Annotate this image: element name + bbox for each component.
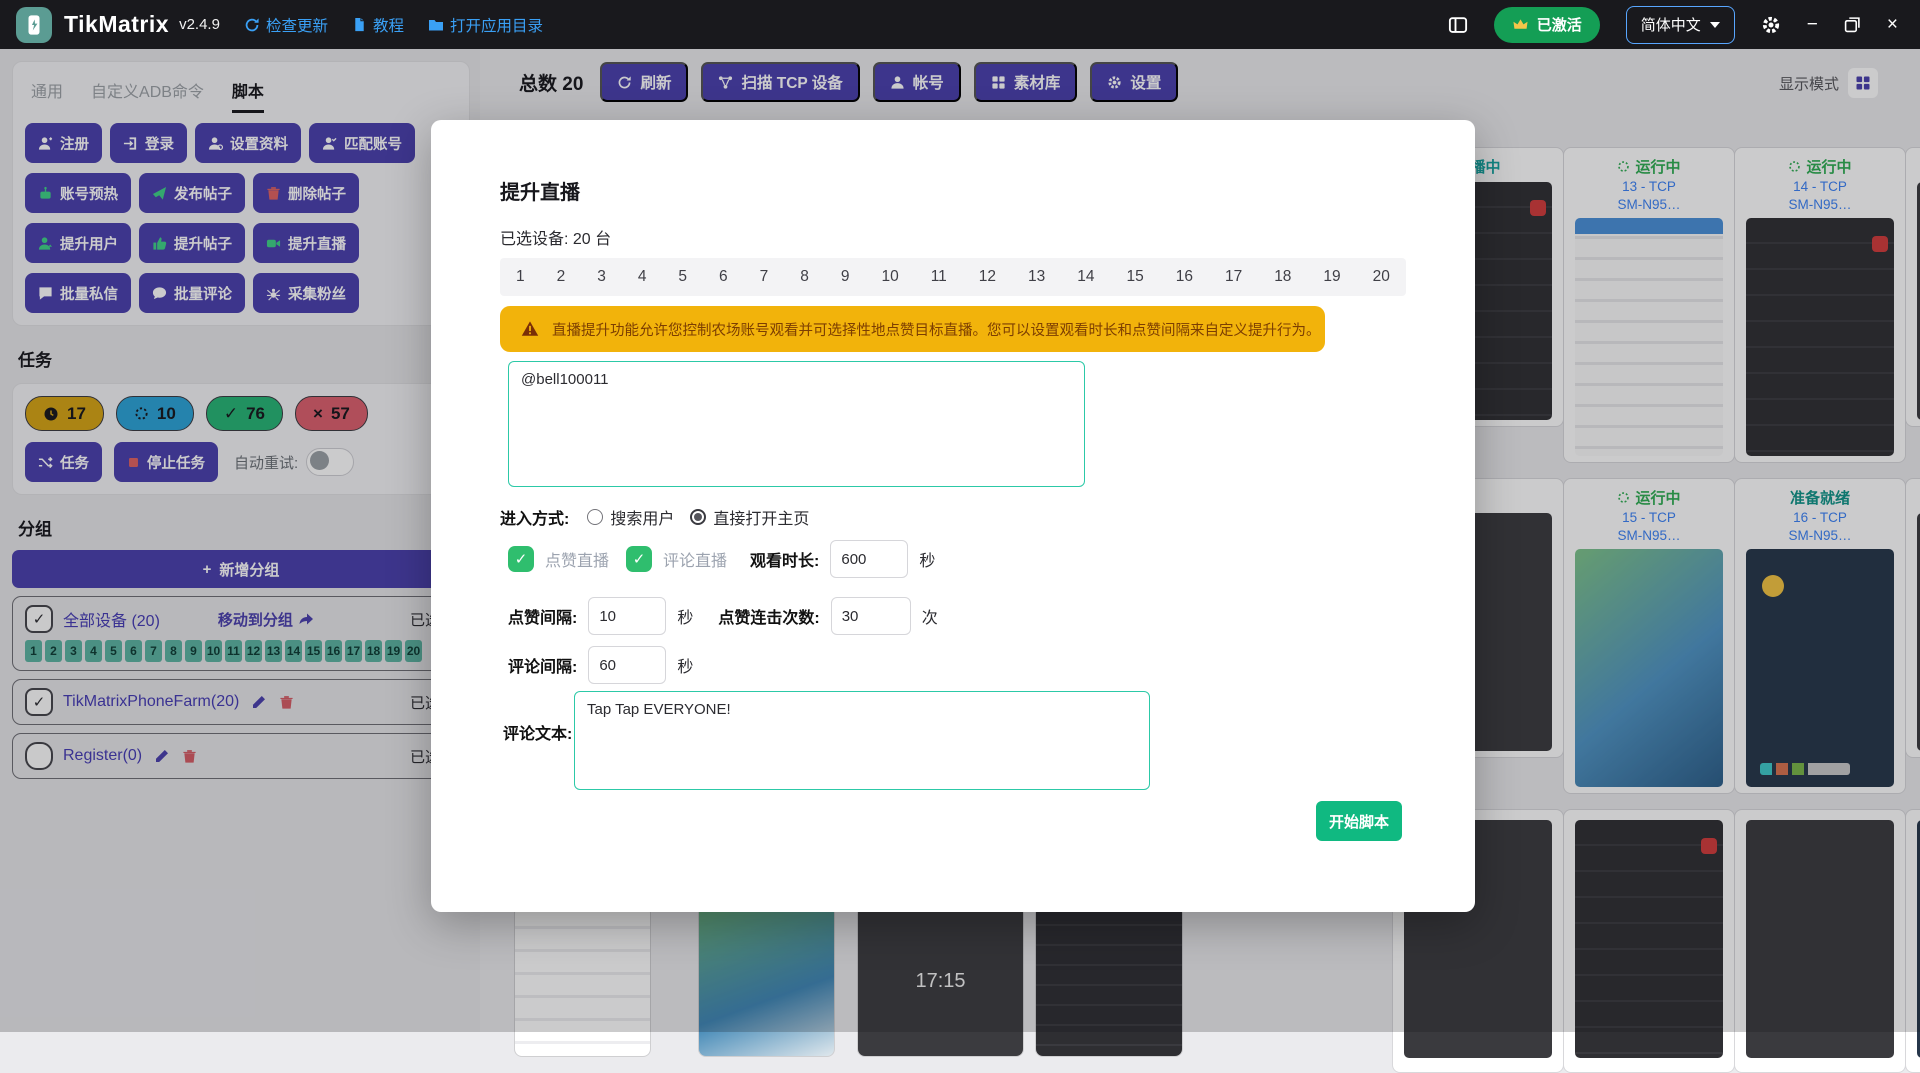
warning-text: 直播提升功能允许您控制农场账号观看并可选择性地点赞目标直播。您可以设置观看时长和… [552,319,1321,340]
comment-interval-input[interactable] [588,646,666,684]
refresh-icon [244,17,260,33]
activated-badge[interactable]: 已激活 [1494,7,1600,43]
boost-live-modal: 提升直播 已选设备: 20 台 123456789101112131415161… [431,120,1475,912]
device-number[interactable]: 14 [1077,268,1094,286]
radio-search-user-label: 搜索用户 [610,505,674,529]
device-number[interactable]: 12 [979,268,996,286]
app-version: v2.4.9 [179,16,220,33]
device-number[interactable]: 2 [557,268,566,286]
device-number[interactable]: 15 [1126,268,1143,286]
device-number[interactable]: 7 [760,268,769,286]
chevron-down-icon [1710,22,1720,28]
device-number[interactable]: 17 [1225,268,1242,286]
watch-duration-label: 观看时长: [750,547,819,571]
folder-icon [428,17,444,33]
radio-open-profile-label: 直接打开主页 [713,505,809,529]
selected-devices-label: 已选设备: 20 台 [500,225,611,249]
like-combo-unit: 次 [922,604,938,628]
device-number[interactable]: 16 [1176,268,1193,286]
device-number[interactable]: 18 [1274,268,1291,286]
modal-title: 提升直播 [500,176,580,205]
document-icon [352,17,367,32]
watch-duration-unit: 秒 [919,547,935,571]
app-logo-icon [16,7,52,43]
device-number[interactable]: 3 [597,268,606,286]
device-number[interactable]: 20 [1373,268,1390,286]
like-live-checkbox[interactable]: ✓ [508,546,534,572]
radio-open-profile[interactable] [690,509,706,525]
settings-gear-icon[interactable] [1761,15,1781,35]
warning-icon [520,320,540,338]
sidebar-toggle-icon[interactable] [1448,15,1468,35]
activated-label: 已激活 [1537,14,1582,35]
like-interval-input[interactable] [588,597,666,635]
tutorial-link[interactable]: 教程 [352,14,404,36]
minimize-button[interactable]: − [1807,15,1818,34]
warning-banner: 直播提升功能允许您控制农场账号观看并可选择性地点赞目标直播。您可以设置观看时长和… [500,306,1325,352]
app-name: TikMatrix [64,11,169,38]
comment-interval-label: 评论间隔: [508,653,577,677]
close-button[interactable]: × [1887,15,1898,34]
open-app-dir-link[interactable]: 打开应用目录 [428,14,543,36]
device-number[interactable]: 1 [516,268,525,286]
device-number[interactable]: 6 [719,268,728,286]
comment-interval-row: 评论间隔: 秒 [508,646,693,684]
entry-mode-row: 进入方式: 搜索用户 直接打开主页 [500,505,809,529]
watch-duration-input[interactable] [830,540,908,578]
open-app-dir-label: 打开应用目录 [450,14,543,36]
check-update-link[interactable]: 检查更新 [244,14,328,36]
like-combo-input[interactable] [831,597,911,635]
comment-live-label: 评论直播 [663,547,727,571]
target-user-textarea[interactable]: @bell100011 [508,361,1085,487]
language-label: 简体中文 [1641,14,1701,35]
device-number[interactable]: 10 [881,268,898,286]
like-interval-row: 点赞间隔: 秒 点赞连击次数: 次 [508,597,938,635]
comment-interval-unit: 秒 [677,653,693,677]
entry-mode-label: 进入方式: [500,505,569,529]
device-number[interactable]: 13 [1028,268,1045,286]
device-number[interactable]: 9 [841,268,850,286]
comment-live-checkbox[interactable]: ✓ [626,546,652,572]
like-combo-label: 点赞连击次数: [718,604,819,628]
device-number[interactable]: 19 [1323,268,1340,286]
radio-search-user[interactable] [587,509,603,525]
tutorial-label: 教程 [373,14,404,36]
start-script-button[interactable]: 开始脚本 [1316,801,1402,841]
device-number[interactable]: 8 [800,268,809,286]
language-select[interactable]: 简体中文 [1626,6,1735,44]
like-interval-unit: 秒 [677,604,693,628]
comment-text-label: 评论文本: [503,720,572,744]
device-number[interactable]: 4 [638,268,647,286]
check-update-label: 检查更新 [266,14,328,36]
crown-icon [1512,17,1529,32]
like-live-label: 点赞直播 [545,547,609,571]
device-number[interactable]: 11 [931,268,947,286]
like-comment-row: ✓ 点赞直播 ✓ 评论直播 观看时长: 秒 [508,540,935,578]
titlebar: TikMatrix v2.4.9 检查更新 教程 打开应用目录 已激活 简体中文… [0,0,1920,49]
like-interval-label: 点赞间隔: [508,604,577,628]
maximize-button[interactable] [1844,16,1861,33]
comment-text-textarea[interactable]: Tap Tap EVERYONE! [574,691,1150,790]
device-number[interactable]: 5 [678,268,687,286]
device-number-strip: 1234567891011121314151617181920 [500,258,1406,296]
